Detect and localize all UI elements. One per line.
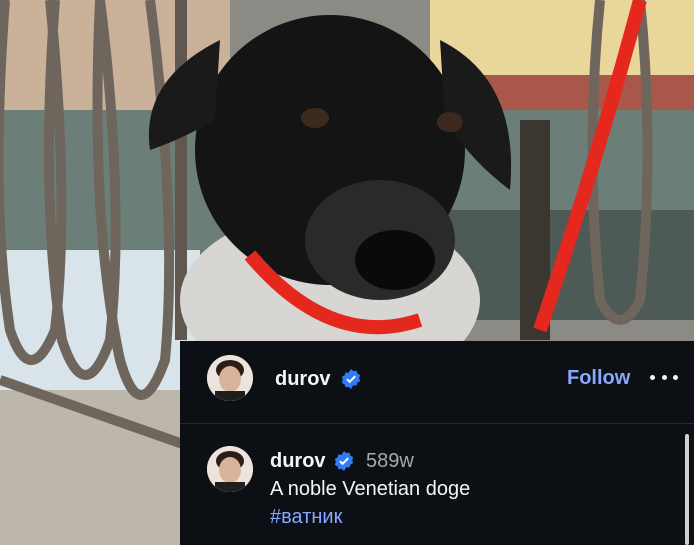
post-panel: durov Follow durov 589w A noble Venetian… [180,341,694,545]
more-dot [673,374,678,380]
hashtag-link[interactable]: #ватник [270,506,342,529]
avatar-image [207,446,253,492]
more-options-icon[interactable] [650,365,678,389]
caption-text: A noble Venetian doge [270,478,471,500]
profile-avatar[interactable] [207,355,253,401]
more-dot [661,374,667,380]
more-dot [650,374,655,380]
verified-badge-icon [334,451,354,471]
header-username[interactable]: durov [275,368,331,391]
avatar-image [207,355,253,401]
post-timestamp[interactable]: 589w [366,450,414,473]
verified-badge-icon [341,369,361,389]
comment-username[interactable]: durov [270,450,326,473]
comment-avatar[interactable] [207,446,253,492]
comments-scrollbar-thumb[interactable] [685,434,689,545]
follow-button[interactable]: Follow [567,367,630,390]
post-header: durov Follow [180,341,694,424]
